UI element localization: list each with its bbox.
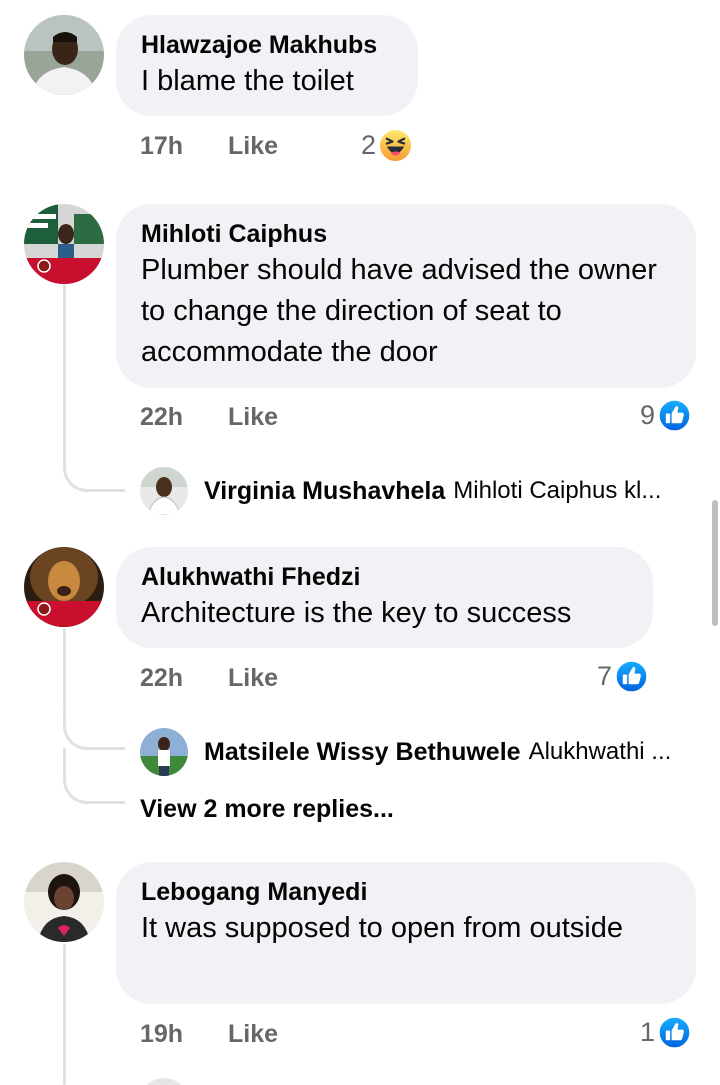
like-button[interactable]: Like — [228, 1019, 278, 1049]
avatar[interactable] — [24, 204, 104, 284]
comment-author[interactable]: Mihloti Caiphus — [141, 218, 670, 250]
comment-time[interactable]: 22h — [140, 663, 183, 693]
reaction-summary[interactable]: 9 — [640, 398, 691, 432]
thread-connector — [63, 764, 125, 804]
scrollbar-thumb[interactable] — [712, 500, 718, 626]
thumbs-up-icon — [658, 1015, 691, 1049]
thread-line — [63, 284, 66, 454]
view-more-replies-link[interactable]: View 2 more replies... — [140, 793, 394, 825]
comment-author[interactable]: Hlawzajoe Makhubs — [141, 29, 392, 61]
haha-emoji-icon — [380, 129, 412, 161]
comment-text: Architecture is the key to success — [141, 597, 572, 629]
reaction-summary[interactable]: 2 — [361, 128, 412, 162]
reaction-summary[interactable]: 1 — [640, 1015, 691, 1049]
comment-bubble[interactable]: Alukhwathi Fhedzi Architecture is the ke… — [116, 547, 653, 648]
like-button[interactable]: Like — [228, 663, 278, 693]
comment-text: It was supposed to open from outside — [141, 912, 624, 944]
thread-line — [63, 944, 66, 1085]
reply-preview[interactable]: Virginia Mushavhela Mihloti Caiphus kl..… — [140, 467, 690, 515]
reaction-summary[interactable]: 7 — [597, 659, 648, 693]
like-button[interactable]: Like — [228, 131, 278, 161]
thread-line — [63, 628, 66, 710]
avatar[interactable] — [140, 467, 188, 515]
thread-connector — [63, 452, 125, 492]
avatar[interactable] — [140, 1078, 188, 1085]
comment-time[interactable]: 19h — [140, 1019, 183, 1049]
reply-snippet: Alukhwathi ... — [528, 738, 672, 765]
reaction-count: 1 — [640, 1017, 656, 1047]
reply-preview[interactable]: Matsilele Wissy Bethuwele Alukhwathi ... — [140, 728, 700, 776]
comment-bubble[interactable]: Mihloti Caiphus Plumber should have advi… — [116, 204, 696, 388]
reply-author[interactable]: Matsilele Wissy Bethuwele — [204, 738, 521, 767]
reaction-count: 7 — [597, 661, 613, 691]
reaction-count: 2 — [361, 130, 377, 160]
comment-time[interactable]: 17h — [140, 131, 183, 161]
comment-time[interactable]: 22h — [140, 402, 183, 432]
reply-author[interactable]: Virginia Mushavhela — [204, 477, 445, 506]
comment-bubble[interactable]: Hlawzajoe Makhubs I blame the toilet — [116, 15, 418, 116]
avatar[interactable] — [24, 547, 104, 627]
comment-text: I blame the toilet — [141, 65, 354, 97]
comment-author[interactable]: Alukhwathi Fhedzi — [141, 561, 627, 593]
comment-text: Plumber should have advised the owner to… — [141, 254, 657, 368]
comment-bubble[interactable]: Lebogang Manyedi It was supposed to open… — [116, 862, 696, 1004]
thread-connector — [63, 710, 125, 750]
avatar[interactable] — [24, 862, 104, 942]
thumbs-up-icon — [658, 398, 691, 432]
avatar[interactable] — [24, 15, 104, 95]
reaction-count: 9 — [640, 400, 656, 430]
thumbs-up-icon — [615, 659, 648, 693]
like-button[interactable]: Like — [228, 402, 278, 432]
reply-snippet: Mihloti Caiphus kl... — [453, 477, 662, 504]
avatar[interactable] — [140, 728, 188, 776]
comment-author[interactable]: Lebogang Manyedi — [141, 876, 670, 908]
